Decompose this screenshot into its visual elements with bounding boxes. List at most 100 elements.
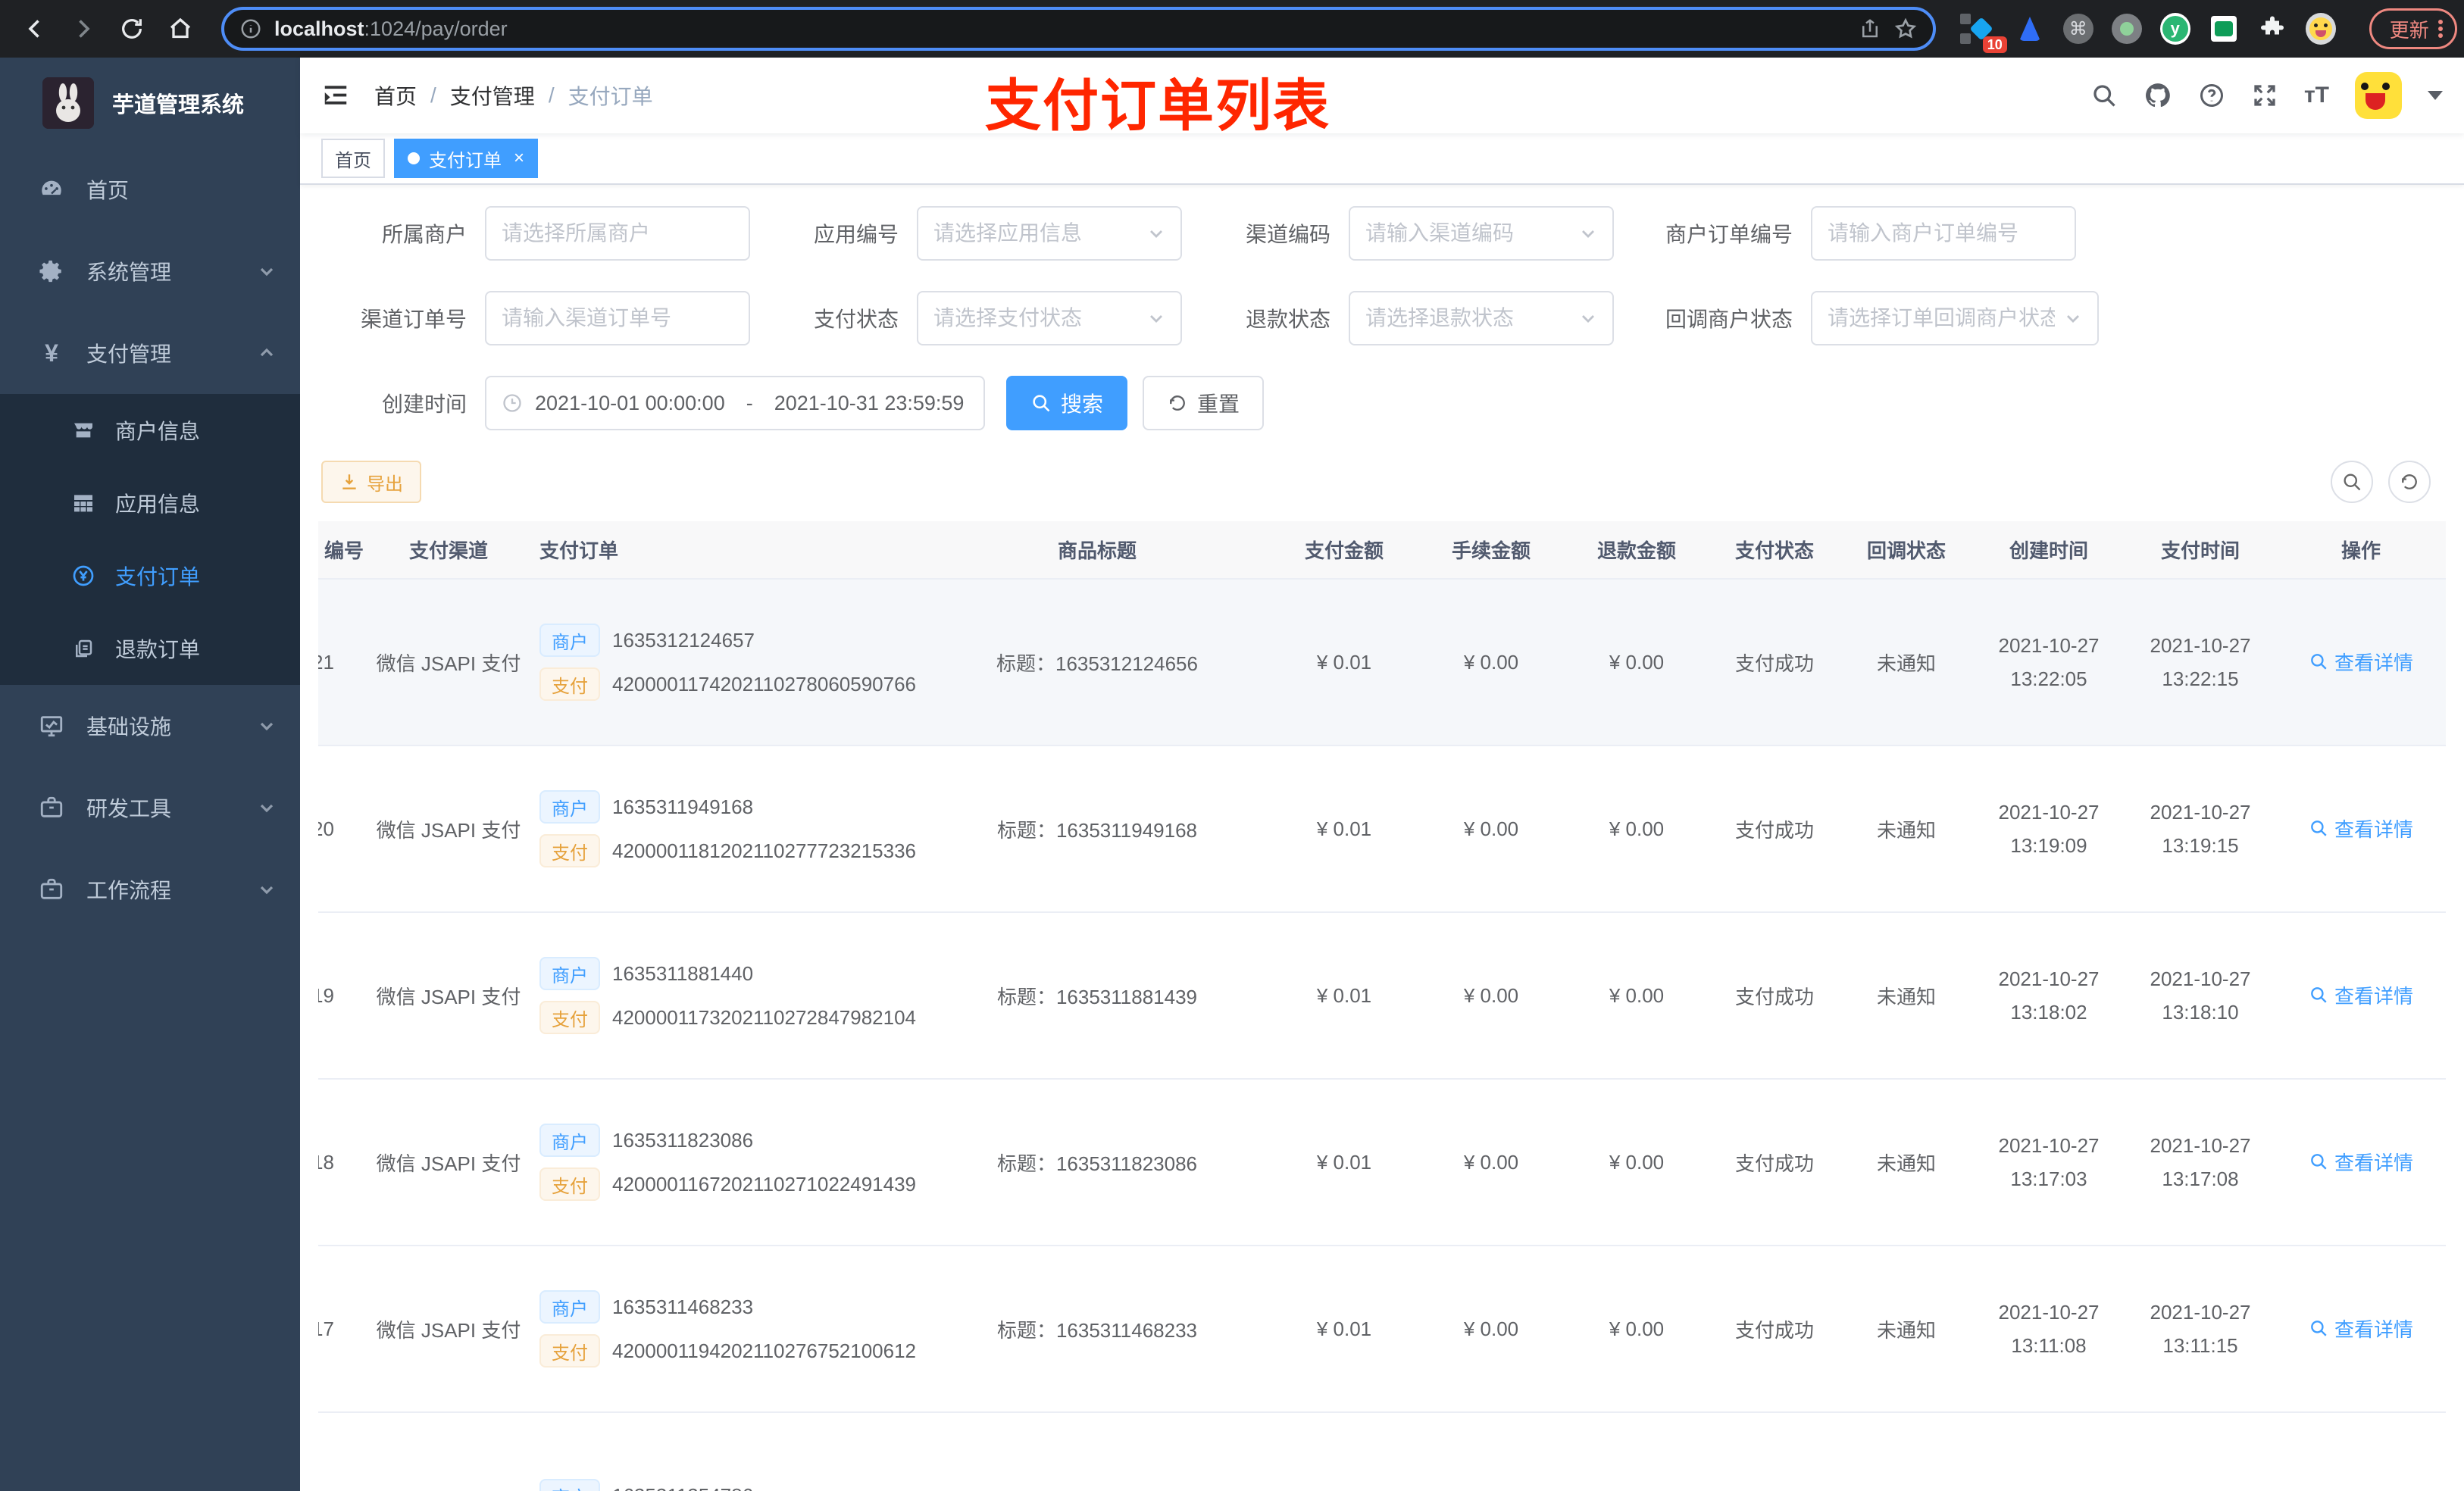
back-icon[interactable] bbox=[15, 9, 55, 48]
user-menu-caret-icon[interactable] bbox=[2428, 91, 2443, 100]
order-id: 19 bbox=[318, 983, 334, 1007]
refund-status-select[interactable] bbox=[1349, 291, 1614, 345]
breadcrumb-home[interactable]: 首页 bbox=[374, 80, 417, 111]
pay-status-select[interactable] bbox=[917, 291, 1182, 345]
extension-record-icon[interactable] bbox=[2111, 14, 2142, 44]
view-detail-link[interactable]: 查看详情 bbox=[2309, 648, 2413, 676]
date-end: 2021-10-31 23:59:59 bbox=[774, 391, 965, 414]
sidebar-item-refund-order[interactable]: 退款订单 bbox=[0, 612, 300, 685]
view-detail-link[interactable]: 查看详情 bbox=[2309, 814, 2413, 842]
extension-cone-icon[interactable] bbox=[2015, 14, 2045, 44]
share-icon[interactable] bbox=[1859, 17, 1881, 40]
table-row[interactable]: 21 微信 JSAPI 支付 商户 1635312124657 支付 4200001… bbox=[318, 579, 2446, 746]
chevron-down-icon bbox=[1147, 309, 1165, 327]
url-bar[interactable]: localhost:1024/pay/order bbox=[221, 7, 1936, 51]
monitor-icon bbox=[38, 713, 65, 739]
sidebar-item-pay[interactable]: ¥ 支付管理 bbox=[0, 312, 300, 394]
pay-status-input[interactable] bbox=[933, 306, 1138, 330]
forward-icon[interactable] bbox=[64, 9, 103, 48]
export-button[interactable]: 导出 bbox=[321, 461, 421, 503]
site-info-icon[interactable] bbox=[239, 17, 262, 40]
channel-order-no-input[interactable] bbox=[502, 306, 733, 330]
clock-icon bbox=[502, 392, 523, 414]
extensions-puzzle-icon[interactable] bbox=[2257, 14, 2287, 44]
home-icon[interactable] bbox=[161, 9, 200, 48]
tab-pay-order[interactable]: 支付订单 × bbox=[394, 139, 539, 178]
merchant-input[interactable] bbox=[502, 221, 733, 245]
tab-close-icon[interactable]: × bbox=[514, 148, 524, 169]
channel-code-select[interactable] bbox=[1349, 206, 1614, 261]
reset-button[interactable]: 重置 bbox=[1143, 376, 1265, 430]
col-status: 支付状态 bbox=[1709, 521, 1840, 580]
extension-command-icon[interactable]: ⌘ bbox=[2062, 14, 2093, 44]
copy-doc-icon bbox=[71, 637, 95, 660]
url-host: localhost bbox=[274, 17, 364, 40]
notify-status-input[interactable] bbox=[1828, 306, 2055, 330]
order-id: 21 bbox=[318, 650, 334, 674]
tab-home[interactable]: 首页 bbox=[321, 139, 385, 178]
merchant-order-no-input[interactable] bbox=[1828, 221, 2059, 245]
notify-status-select[interactable] bbox=[1811, 291, 2099, 345]
table-row[interactable]: 商户 1635311254786 bbox=[318, 1412, 2446, 1491]
table-row[interactable]: 17 微信 JSAPI 支付 商户 1635311468233 支付 4200001… bbox=[318, 1246, 2446, 1413]
col-refund: 退款金额 bbox=[1564, 521, 1709, 580]
table-row[interactable]: 19 微信 JSAPI 支付 商户 1635311881440 支付 4200001… bbox=[318, 912, 2446, 1080]
browser-menu-icon[interactable] bbox=[2437, 17, 2443, 40]
pay-tag: 支付 bbox=[539, 667, 600, 701]
fullscreen-icon[interactable] bbox=[2251, 82, 2278, 109]
notify-status: 未通知 bbox=[1840, 746, 1973, 913]
search-button[interactable]: 搜索 bbox=[1006, 376, 1128, 430]
merchant-order-no-field[interactable] bbox=[1811, 206, 2076, 261]
sidebar-item-app-info[interactable]: 应用信息 bbox=[0, 467, 300, 539]
bookmark-star-icon[interactable] bbox=[1893, 17, 1918, 41]
sidebar-item-pay-order[interactable]: 支付订单 bbox=[0, 539, 300, 612]
product-title: 标题：1635312124656 bbox=[924, 579, 1270, 746]
app-input[interactable] bbox=[933, 221, 1138, 245]
view-detail-link[interactable]: 查看详情 bbox=[2309, 1148, 2413, 1176]
channel-code-input[interactable] bbox=[1365, 221, 1570, 245]
update-button[interactable]: 更新 bbox=[2369, 8, 2457, 49]
header-search-icon[interactable] bbox=[2090, 82, 2118, 109]
hide-search-button[interactable] bbox=[2331, 461, 2373, 503]
sidebar-item-label: 工作流程 bbox=[86, 879, 172, 902]
sidebar-item-devtool[interactable]: 研发工具 bbox=[0, 767, 300, 849]
github-icon[interactable] bbox=[2143, 81, 2172, 110]
view-detail-link[interactable]: 查看详情 bbox=[2309, 981, 2413, 1009]
breadcrumb-pay[interactable]: 支付管理 bbox=[450, 80, 535, 111]
sidebar-item-workflow[interactable]: 工作流程 bbox=[0, 849, 300, 930]
pay-amount: ¥ 0.01 bbox=[1270, 579, 1418, 746]
logo-row[interactable]: 芋道管理系统 bbox=[0, 58, 300, 148]
extension-chat-icon[interactable] bbox=[2209, 14, 2239, 44]
help-icon[interactable] bbox=[2198, 82, 2225, 109]
sidebar-item-system[interactable]: 系统管理 bbox=[0, 230, 300, 312]
user-avatar[interactable] bbox=[2355, 72, 2402, 119]
view-detail-link[interactable]: 查看详情 bbox=[2309, 1314, 2413, 1343]
table-row[interactable]: 18 微信 JSAPI 支付 商户 1635311823086 支付 4200001… bbox=[318, 1079, 2446, 1246]
extension-diamond-icon[interactable]: 10 bbox=[1959, 14, 2007, 53]
merchant-tag: 商户 bbox=[539, 790, 600, 824]
app-select[interactable] bbox=[917, 206, 1182, 261]
table-row[interactable]: 20 微信 JSAPI 支付 商户 1635311949168 支付 4200001… bbox=[318, 746, 2446, 913]
sidebar-item-merchant-info[interactable]: 商户信息 bbox=[0, 394, 300, 467]
sidebar-fold-icon[interactable] bbox=[321, 81, 350, 110]
pay-channel: 微信 JSAPI 支付 bbox=[364, 1079, 533, 1246]
sidebar-item-home[interactable]: 首页 bbox=[0, 148, 300, 230]
channel-order-no-field[interactable] bbox=[485, 291, 750, 345]
extension-y-icon[interactable]: y bbox=[2159, 13, 2190, 45]
reload-icon[interactable] bbox=[112, 9, 152, 48]
chevron-down-icon bbox=[1147, 224, 1165, 242]
refresh-button[interactable] bbox=[2388, 461, 2431, 503]
url-path: :1024/pay/order bbox=[364, 17, 508, 40]
merchant-select[interactable] bbox=[485, 206, 750, 261]
merchant-order-no: 1635311468233 bbox=[612, 1295, 754, 1318]
pay-tag: 支付 bbox=[539, 1001, 600, 1034]
create-time-range-picker[interactable]: 2021-10-01 00:00:00 - 2021-10-31 23:59:5… bbox=[485, 376, 985, 430]
update-label: 更新 bbox=[2389, 18, 2429, 42]
sidebar-item-infra[interactable]: 基础设施 bbox=[0, 685, 300, 767]
pay-channel: 微信 JSAPI 支付 bbox=[364, 1246, 533, 1413]
pay-order-no: 4200001181202110277723215336 bbox=[612, 839, 917, 862]
profile-avatar-icon[interactable] bbox=[2305, 13, 2336, 45]
url-text[interactable]: localhost:1024/pay/order bbox=[274, 17, 1846, 41]
font-size-icon[interactable]: ᴛT bbox=[2304, 83, 2329, 108]
refund-status-input[interactable] bbox=[1365, 306, 1570, 330]
